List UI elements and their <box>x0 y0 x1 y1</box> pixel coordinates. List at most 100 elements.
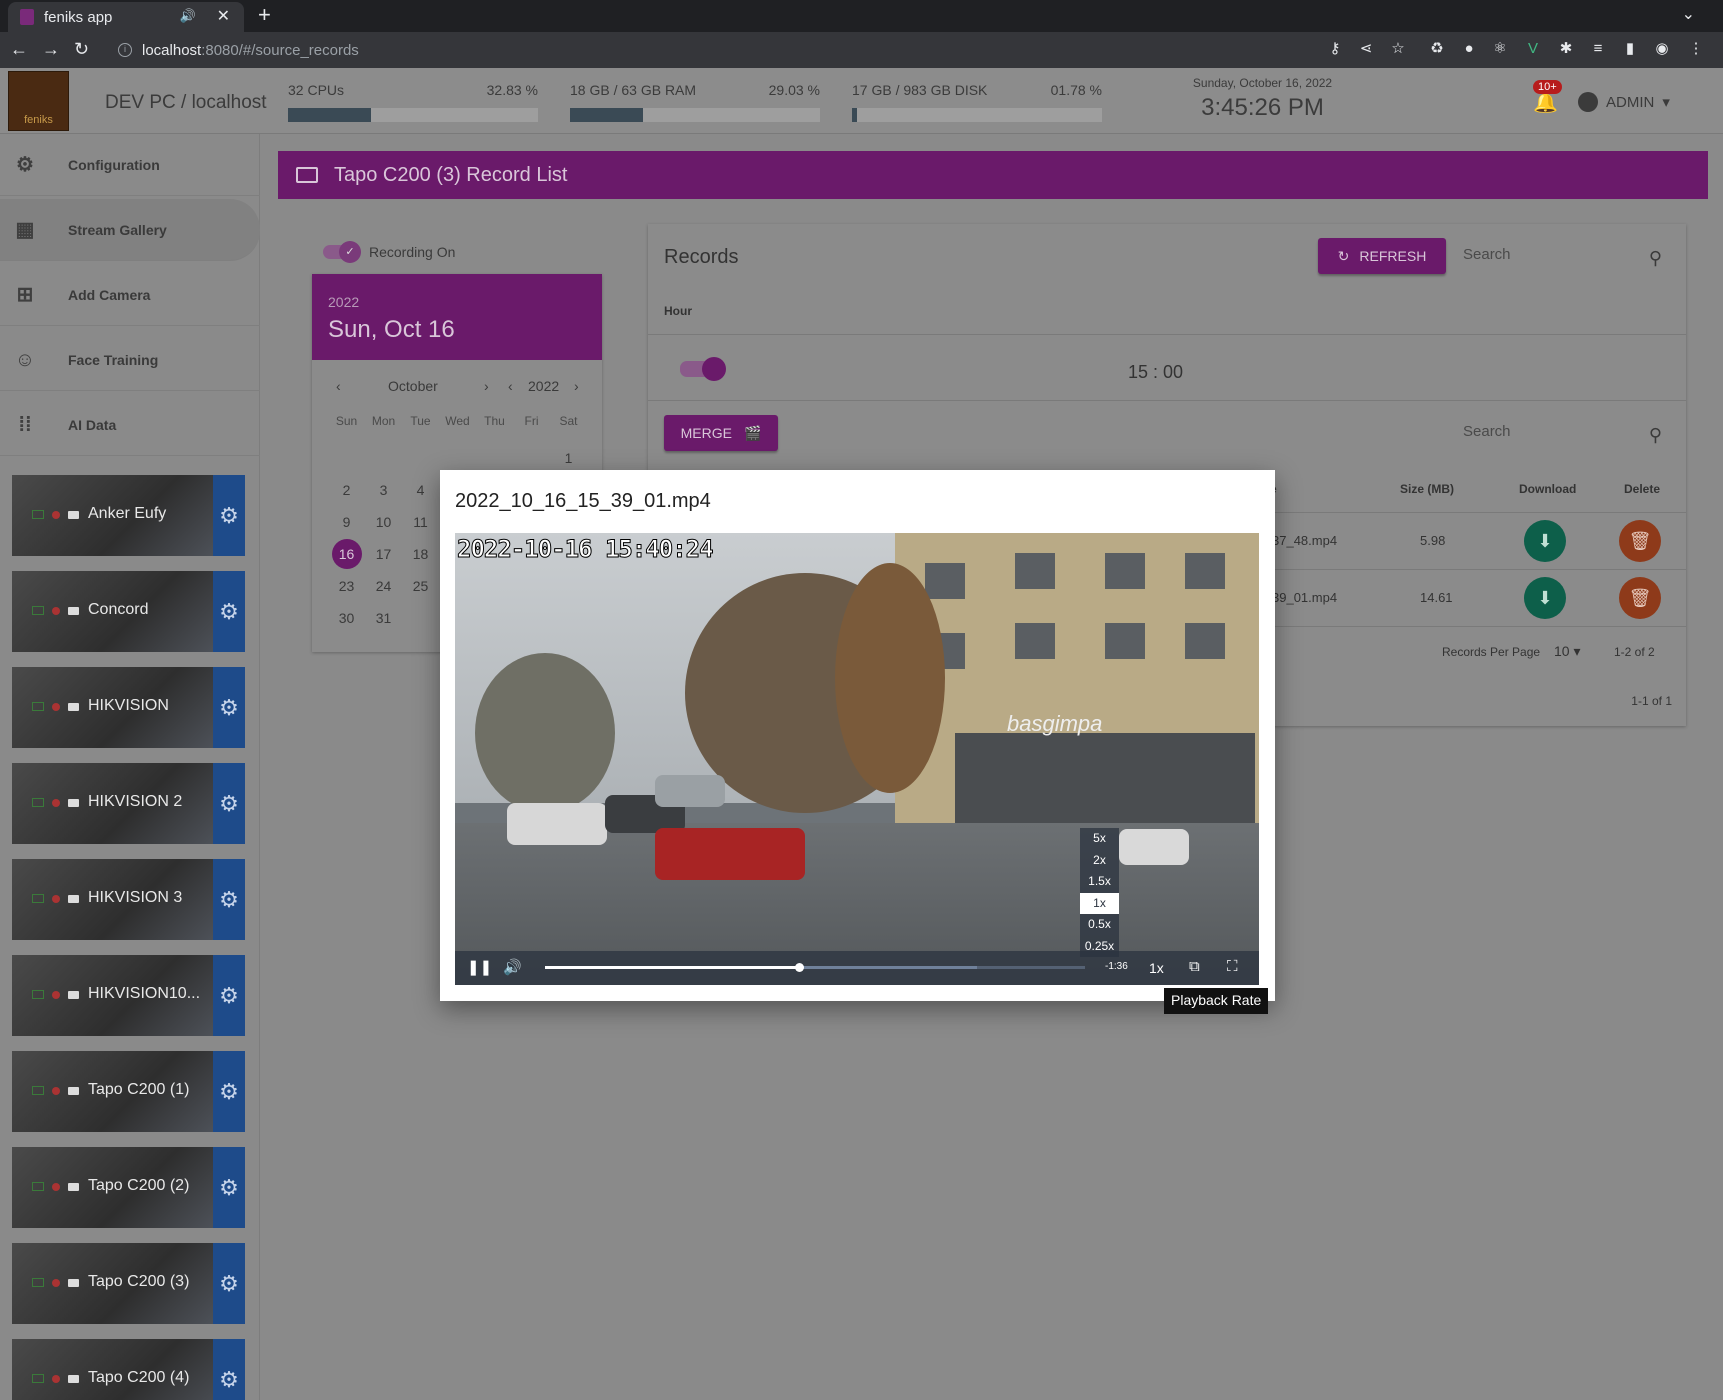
calendar-day[interactable]: 18 <box>402 546 439 562</box>
sidebar-item-add-camera[interactable]: ⊞ Add Camera <box>0 264 260 326</box>
download-icon[interactable]: ⬇ <box>1524 577 1566 619</box>
calendar-day[interactable]: 9 <box>328 514 365 530</box>
playback-rate-button[interactable]: 1x <box>1149 960 1164 976</box>
calendar-day[interactable]: 10 <box>365 514 402 530</box>
calendar-day[interactable]: 16 <box>328 539 365 569</box>
trash-icon[interactable]: 🗑 <box>1619 520 1661 562</box>
picker-year[interactable]: 2022 <box>328 294 586 310</box>
calendar-day[interactable]: 2 <box>328 482 365 498</box>
calendar-day[interactable]: 3 <box>365 482 402 498</box>
seek-bar[interactable] <box>545 963 1085 972</box>
recording-toggle[interactable]: ✓ Recording On <box>323 241 455 263</box>
react-icon[interactable]: ⚛ <box>1491 40 1509 58</box>
key-icon[interactable]: ⚷ <box>1326 40 1344 58</box>
playback-rate-option[interactable]: 1.5x <box>1080 871 1119 893</box>
camera-card[interactable]: Tapo C200 (1) ⚙ <box>12 1051 245 1132</box>
reload-icon[interactable]: ↻ <box>74 39 89 60</box>
playback-rate-option[interactable]: 5x <box>1080 828 1119 850</box>
column-header-size[interactable]: Size (MB) <box>1400 482 1454 496</box>
camera-settings-gear-icon[interactable]: ⚙ <box>213 1147 245 1228</box>
new-tab-icon[interactable]: + <box>258 2 271 28</box>
puzzle-icon[interactable]: ✱ <box>1557 40 1575 58</box>
camera-card[interactable]: Tapo C200 (4) ⚙ <box>12 1339 245 1400</box>
camera-card[interactable]: HIKVISION 2 ⚙ <box>12 763 245 844</box>
picture-in-picture-icon[interactable]: ⧉ <box>1189 958 1200 975</box>
profile-icon[interactable]: ◉ <box>1653 40 1671 58</box>
url-field[interactable]: i localhost :8080/#/source_records <box>112 36 1312 64</box>
camera-settings-gear-icon[interactable]: ⚙ <box>213 763 245 844</box>
menu-icon[interactable]: ⋮ <box>1687 40 1705 58</box>
selected-day[interactable]: 16 <box>331 539 362 569</box>
next-month-icon[interactable]: › <box>484 378 489 394</box>
camera-settings-gear-icon[interactable]: ⚙ <box>213 1051 245 1132</box>
calendar-day[interactable]: 24 <box>365 578 402 594</box>
camera-settings-gear-icon[interactable]: ⚙ <box>213 955 245 1036</box>
playback-rate-option[interactable]: 2x <box>1080 850 1119 872</box>
download-icon[interactable]: ⬇ <box>1524 520 1566 562</box>
camera-card[interactable]: Tapo C200 (2) ⚙ <box>12 1147 245 1228</box>
search-icon[interactable]: ⚲ <box>1649 425 1662 446</box>
camera-settings-gear-icon[interactable]: ⚙ <box>213 1339 245 1400</box>
camera-card[interactable]: Concord ⚙ <box>12 571 245 652</box>
browser-tab[interactable]: feniks app 🔊 ✕ <box>8 2 244 32</box>
pause-icon[interactable]: ❚❚ <box>467 958 492 976</box>
info-icon[interactable]: i <box>118 43 132 57</box>
calendar-day[interactable]: 17 <box>365 546 402 562</box>
playback-rate-option[interactable]: 0.5x <box>1080 914 1119 936</box>
camera-settings-gear-icon[interactable]: ⚙ <box>213 475 245 556</box>
user-menu[interactable]: ADMIN ▾ <box>1578 92 1670 112</box>
prev-month-icon[interactable]: ‹ <box>336 378 341 394</box>
extension-circle-icon[interactable]: ● <box>1460 40 1478 58</box>
camera-card[interactable]: Anker Eufy ⚙ <box>12 475 245 556</box>
camera-settings-gear-icon[interactable]: ⚙ <box>213 571 245 652</box>
calendar-day[interactable]: 1 <box>550 450 587 466</box>
refresh-button[interactable]: ↻ REFRESH <box>1318 238 1446 274</box>
calendar-day[interactable]: 31 <box>365 610 402 626</box>
camera-card[interactable]: HIKVISION10... ⚙ <box>12 955 245 1036</box>
next-year-icon[interactable]: › <box>574 378 579 394</box>
forward-icon[interactable]: → <box>42 39 60 60</box>
media-icon[interactable]: ≡ <box>1589 40 1607 58</box>
vue-icon[interactable]: V <box>1524 40 1542 58</box>
camera-settings-gear-icon[interactable]: ⚙ <box>213 859 245 940</box>
calendar-day[interactable]: 11 <box>402 514 439 530</box>
recording-switch[interactable]: ✓ <box>323 241 361 263</box>
share-icon[interactable]: ⋖ <box>1357 40 1375 58</box>
search-icon[interactable]: ⚲ <box>1649 248 1662 269</box>
camera-card[interactable]: HIKVISION 3 ⚙ <box>12 859 245 940</box>
merge-button[interactable]: MERGE 🎬 <box>664 415 778 451</box>
volume-icon[interactable]: 🔊 <box>503 958 522 976</box>
sidebar-item-face-training[interactable]: ☺ Face Training <box>0 329 260 391</box>
camera-settings-gear-icon[interactable]: ⚙ <box>213 1243 245 1324</box>
playback-rate-option[interactable]: 1x <box>1080 892 1119 914</box>
back-icon[interactable]: ← <box>10 39 28 60</box>
seek-handle[interactable] <box>794 963 804 972</box>
per-page-select[interactable]: 10 ▾ <box>1554 643 1581 660</box>
fullscreen-icon[interactable]: ⛶ <box>1227 958 1238 975</box>
trash-icon[interactable]: 🗑 <box>1619 577 1661 619</box>
tab-search-icon[interactable]: ⌄ <box>1682 4 1695 24</box>
close-tab-icon[interactable]: ✕ <box>217 6 230 26</box>
sidebar-item-stream-gallery[interactable]: ▦ Stream Gallery <box>0 199 260 261</box>
calendar-day[interactable]: 23 <box>328 578 365 594</box>
hour-toggle[interactable] <box>680 357 732 381</box>
sidepanel-icon[interactable]: ▮ <box>1621 40 1639 58</box>
files-search-input[interactable]: Search ⚲ <box>1463 423 1668 453</box>
camera-settings-gear-icon[interactable]: ⚙ <box>213 667 245 748</box>
prev-year-icon[interactable]: ‹ <box>508 378 513 394</box>
year-label[interactable]: 2022 <box>528 378 559 394</box>
speaker-icon[interactable]: 🔊 <box>180 8 196 24</box>
star-icon[interactable]: ☆ <box>1389 40 1407 58</box>
records-search-input[interactable]: Search ⚲ <box>1463 246 1668 276</box>
camera-card[interactable]: Tapo C200 (3) ⚙ <box>12 1243 245 1324</box>
month-label[interactable]: October <box>388 378 438 394</box>
recycle-icon[interactable]: ♻ <box>1428 40 1446 58</box>
sidebar-item-configuration[interactable]: ⚙ Configuration <box>0 134 260 196</box>
calendar-day[interactable]: 25 <box>402 578 439 594</box>
hour-switch[interactable] <box>680 357 726 381</box>
sidebar-item-ai-data[interactable]: ⁞⁞ AI Data <box>0 394 260 456</box>
calendar-day[interactable]: 4 <box>402 482 439 498</box>
feniks-logo[interactable]: feniks <box>8 71 69 131</box>
calendar-day[interactable]: 30 <box>328 610 365 626</box>
video-player[interactable]: basgimpa 2022-10-16 15:40:24 5x 2x 1.5x 1x 0… <box>455 533 1259 985</box>
